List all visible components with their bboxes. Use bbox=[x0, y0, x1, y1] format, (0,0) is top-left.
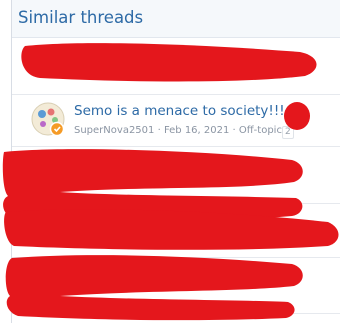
orange-badge-icon bbox=[49, 121, 65, 137]
thread-row[interactable]: Semo is a menace to society!!! SuperNova… bbox=[12, 95, 340, 145]
similar-threads-block: Similar threads Semo is a menace to soci… bbox=[11, 0, 340, 323]
row-divider bbox=[12, 257, 340, 258]
block-title: Similar threads bbox=[18, 8, 144, 27]
reply-count-badge: 2 bbox=[282, 126, 294, 139]
meta-separator: · bbox=[229, 125, 239, 136]
block-header: Similar threads bbox=[12, 0, 340, 38]
meta-separator: · bbox=[154, 125, 164, 136]
avatar-icon[interactable] bbox=[31, 102, 65, 137]
thread-date[interactable]: Feb 16, 2021 bbox=[164, 125, 229, 136]
thread-meta: SuperNova2501 · Feb 16, 2021 · Off-topic bbox=[74, 125, 282, 136]
thread-forum-link[interactable]: Off-topic bbox=[239, 125, 282, 136]
thread-title-link[interactable]: Semo is a menace to society!!! bbox=[74, 103, 285, 119]
row-divider bbox=[12, 146, 340, 147]
similar-threads-page: Similar threads Semo is a menace to soci… bbox=[0, 0, 344, 323]
row-divider bbox=[12, 313, 340, 314]
row-divider bbox=[12, 203, 340, 204]
thread-author-link[interactable]: SuperNova2501 bbox=[74, 125, 154, 136]
